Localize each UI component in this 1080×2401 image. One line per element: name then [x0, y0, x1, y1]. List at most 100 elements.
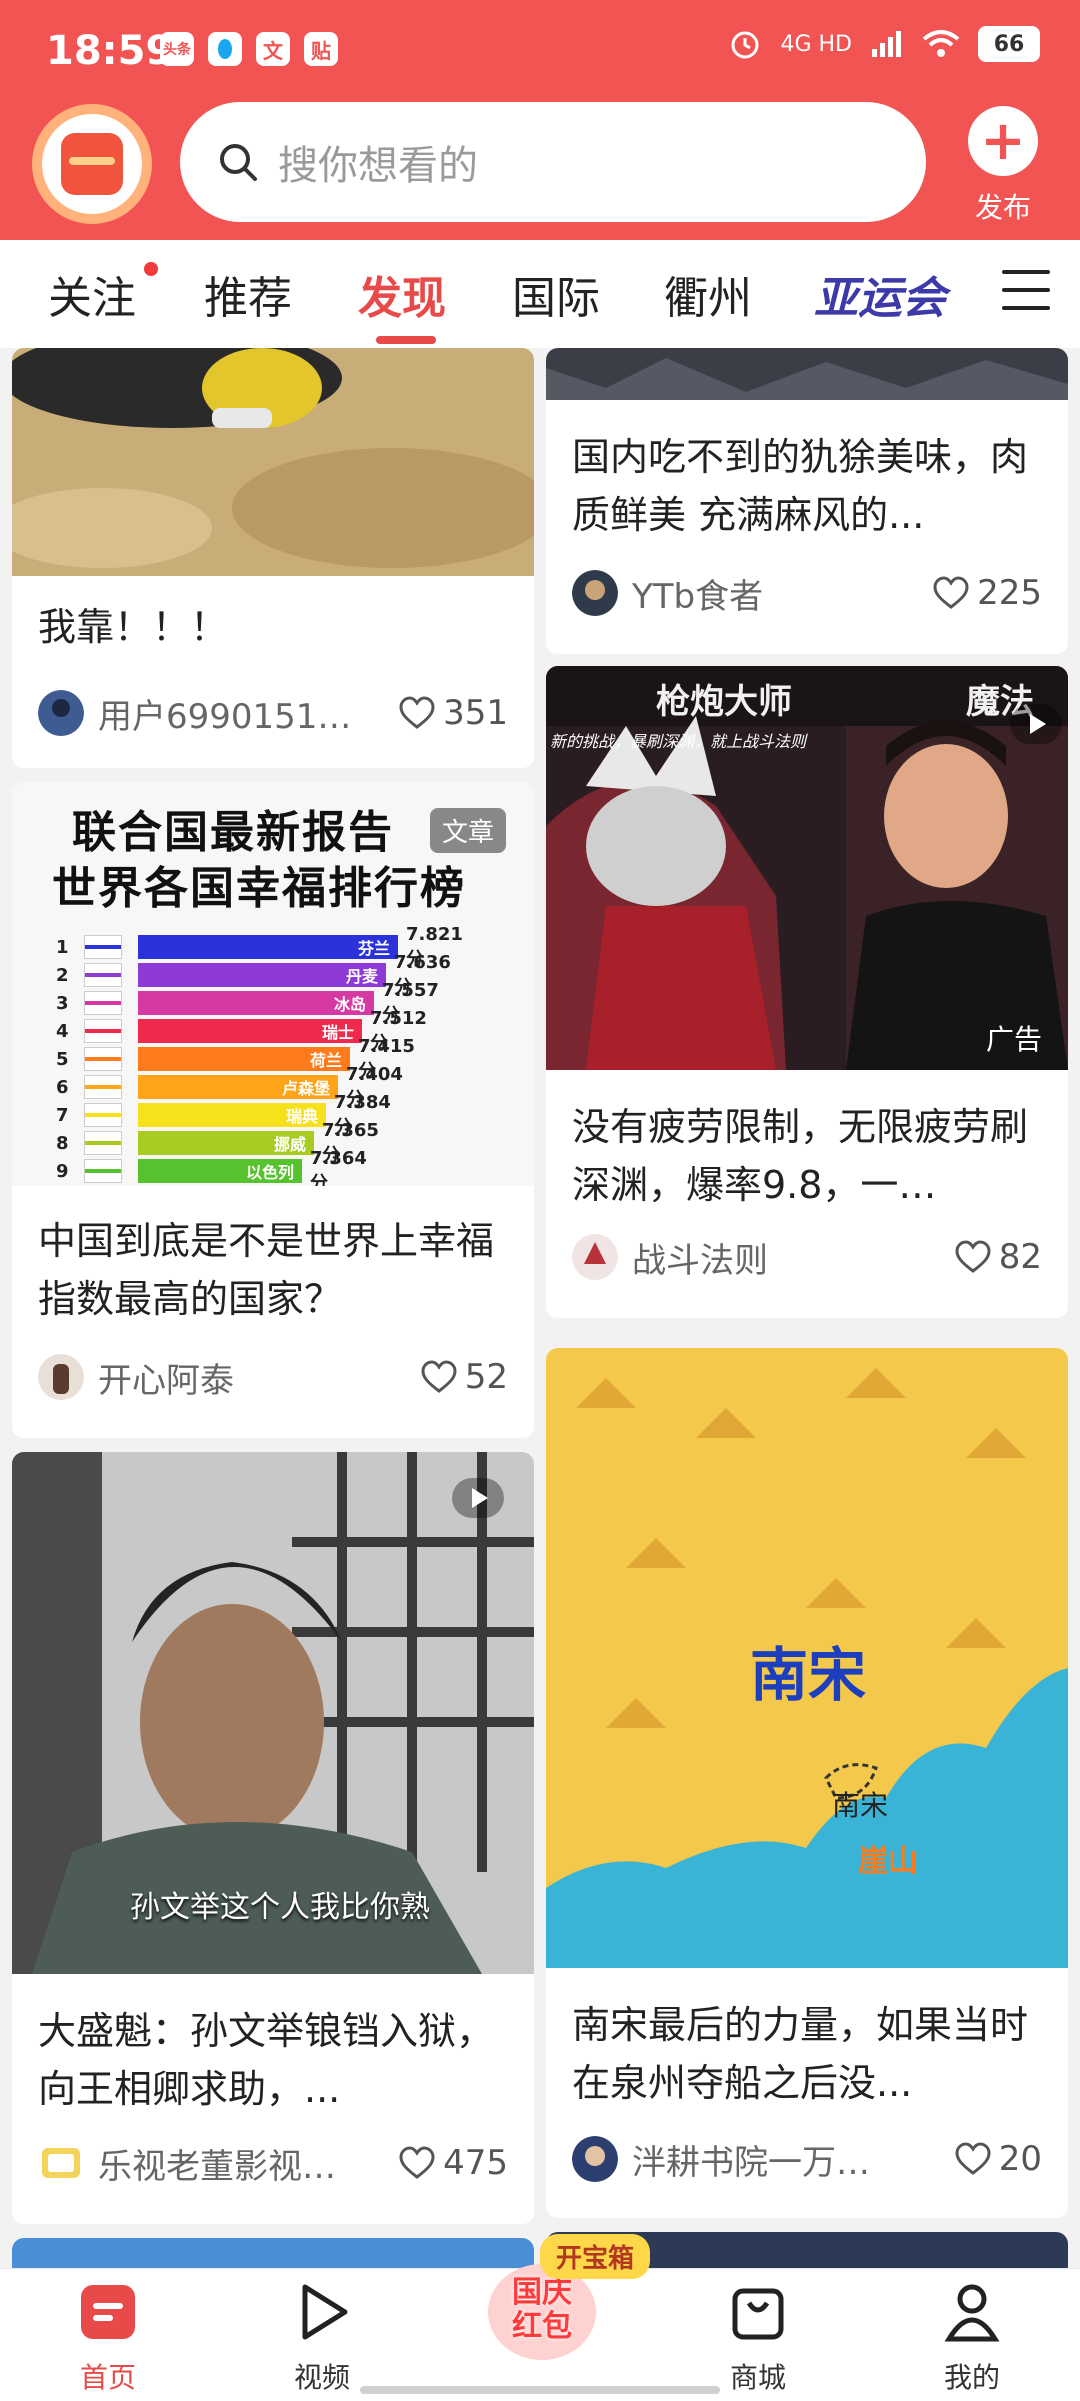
publish-label: 发布 — [974, 191, 1031, 224]
battery-indicator: 66 — [978, 26, 1040, 62]
ranking-rank: 8 — [56, 1132, 69, 1154]
ranking-score: 7.364分 — [310, 1147, 367, 1187]
tab-recommend[interactable]: 推荐 — [204, 262, 292, 326]
card-1-title: 我靠！！！ — [38, 605, 229, 649]
ranking-bar: 以色列 — [138, 1159, 302, 1183]
card-1-avatar — [38, 690, 84, 736]
card-5-title: 大盛魁：孙文举锒铛入狱，向王相卿求助，... — [38, 2009, 495, 2111]
ranking-bar: 卢森堡 — [138, 1075, 338, 1099]
network-label: 4G HD — [780, 31, 852, 57]
card-6-like-count: 20 — [998, 2139, 1042, 2179]
card-2-likes[interactable]: 225 — [933, 573, 1042, 613]
card-2-author[interactable]: YTb食者 — [632, 569, 933, 618]
wifi-icon — [922, 30, 960, 57]
nav-mine-label: 我的 — [943, 2361, 1000, 2394]
card-2-thumbnail — [546, 348, 1068, 400]
card-3-avatar — [38, 1354, 84, 1400]
card-1-like-count: 351 — [443, 693, 508, 733]
status-bar: 18:59 头条 文 贴 4G HD 66 — [0, 0, 1080, 100]
card-6-author[interactable]: 泮耕书院一万… — [632, 2135, 955, 2184]
card-3-likes[interactable]: 52 — [421, 1357, 508, 1397]
heart-icon — [421, 1360, 457, 1393]
home-indicator[interactable] — [360, 2386, 720, 2394]
video-subtitle: 孙文举这个人我比你熟 — [130, 1890, 430, 1925]
article-tag: 文章 — [430, 808, 507, 853]
card-5-like-count: 475 — [443, 2143, 508, 2183]
feed-card-6[interactable]: 南宋 南宋 崖山 南宋最后的力量，如果当时在泉州夺船之后没... 泮耕书院一万…… — [546, 1348, 1068, 2218]
heart-icon — [955, 2142, 991, 2175]
card-4-thumbnail — [546, 666, 1068, 1070]
ranking-bar: 挪威 — [138, 1131, 314, 1155]
card-3-author[interactable]: 开心阿泰 — [98, 1353, 421, 1402]
promo-text: 国庆 红包 — [482, 2276, 602, 2344]
heart-icon — [399, 696, 435, 729]
status-time: 18:59 — [46, 28, 174, 74]
card-6-avatar — [572, 2136, 618, 2182]
open-treasure-box-badge[interactable]: 开宝箱 — [540, 2234, 651, 2279]
ranking-title-line2: 世界各国幸福排行榜 — [52, 863, 466, 914]
video-play-icon — [1010, 704, 1062, 744]
card-2-like-count: 225 — [977, 573, 1042, 613]
ranking-flag — [84, 1047, 122, 1071]
ranking-rank: 7 — [56, 1104, 69, 1126]
ranking-bar: 丹麦 — [138, 963, 386, 987]
nav-home[interactable]: 首页 — [48, 2281, 168, 2396]
ranking-flag — [84, 1103, 122, 1127]
ranking-flag — [84, 1159, 122, 1183]
home-icon — [81, 2285, 135, 2339]
ranking-title-line1: 联合国最新报告 — [72, 807, 394, 858]
card-5-likes[interactable]: 475 — [399, 2143, 508, 2183]
video-play-icon — [452, 1478, 504, 1518]
card-2-meta: YTb食者 225 — [572, 568, 1042, 618]
search-icon — [220, 144, 257, 181]
tab-follow[interactable]: 关注 — [48, 262, 136, 326]
feed-card-2[interactable]: 国内吃不到的犰狳美味，肉质鲜美 充满麻风的... YTb食者 225 — [546, 348, 1068, 654]
card-4-title: 没有疲劳限制，无限疲劳刷深渊，爆率9.8，一… — [572, 1105, 1029, 1207]
nav-mall[interactable]: 商城 — [698, 2281, 818, 2396]
tab-international[interactable]: 国际 — [512, 262, 600, 326]
feed-card-3[interactable]: 联合国最新报告 世界各国幸福排行榜 1 芬兰 7.821分 2 丹麦 7.636分 3 冰岛 7… — [12, 782, 534, 1438]
ranking-flag — [84, 1075, 122, 1099]
map-label-yashan: 崖山 — [858, 1844, 918, 1879]
card-4-author[interactable]: 战斗法则 — [632, 1233, 955, 1282]
card-5-author[interactable]: 乐视老董影视… — [98, 2139, 399, 2188]
ranking-rank: 5 — [56, 1048, 69, 1070]
card-1-likes[interactable]: 351 — [399, 693, 508, 733]
ranking-bar: 荷兰 — [138, 1047, 350, 1071]
channel-menu-icon[interactable] — [1002, 270, 1050, 312]
card-6-likes[interactable]: 20 — [955, 2139, 1042, 2179]
tab-discover[interactable]: 发现 — [358, 262, 446, 326]
signal-icon — [872, 31, 901, 57]
status-right: 4G HD 66 — [728, 26, 1040, 62]
feed-card-5[interactable]: 孙文举这个人我比你熟 大盛魁：孙文举锒铛入狱，向王相卿求助，... 乐视老董影视… — [12, 1452, 534, 2224]
feed-card-4-ad[interactable]: 枪炮大师 魔法 新的挑战，暴刷深渊，就上战斗法则 广告 没有疲劳限制，无限疲劳刷… — [546, 666, 1068, 1318]
nav-video[interactable]: 视频 — [262, 2281, 382, 2396]
card-1-author[interactable]: 用户6990151… — [98, 689, 399, 738]
category-tabs: 关注 推荐 发现 国际 衢州 亚运会 — [0, 240, 1080, 348]
ranking-flag — [84, 991, 122, 1015]
play-icon — [302, 2284, 348, 2340]
feed-card-1[interactable]: 我靠！！！ 用户6990151… 351 — [12, 348, 534, 768]
card-4-avatar — [572, 1234, 618, 1280]
red-packet-icon — [61, 133, 123, 195]
card-5-meta: 乐视老董影视… 475 — [38, 2138, 508, 2188]
ranking-flag — [84, 963, 122, 987]
card-5-avatar — [42, 2148, 80, 2178]
nav-mine[interactable]: 我的 — [912, 2281, 1032, 2396]
heart-icon — [933, 576, 969, 609]
card-3-like-count: 52 — [464, 1357, 508, 1397]
ranking-bar: 瑞士 — [138, 1019, 362, 1043]
search-bar[interactable]: 搜你想看的 — [180, 102, 926, 222]
ranking-flag — [84, 1131, 122, 1155]
tieba-app-icon: 贴 — [304, 32, 338, 66]
ad-banner-subtext: 新的挑战，暴刷深渊，就上战斗法则 — [550, 732, 807, 751]
card-4-likes[interactable]: 82 — [955, 1237, 1042, 1277]
red-packet-timer-button[interactable] — [32, 104, 152, 224]
tab-asian-games[interactable]: 亚运会 — [814, 262, 946, 326]
ranking-rank: 1 — [56, 936, 69, 958]
publish-button[interactable]: + 发布 — [958, 106, 1048, 226]
map-label-small: 南宋 — [832, 1789, 889, 1822]
promo-line-2: 红包 — [512, 2309, 572, 2344]
tab-quzhou[interactable]: 衢州 — [664, 262, 752, 326]
ranking-rank: 9 — [56, 1160, 69, 1182]
